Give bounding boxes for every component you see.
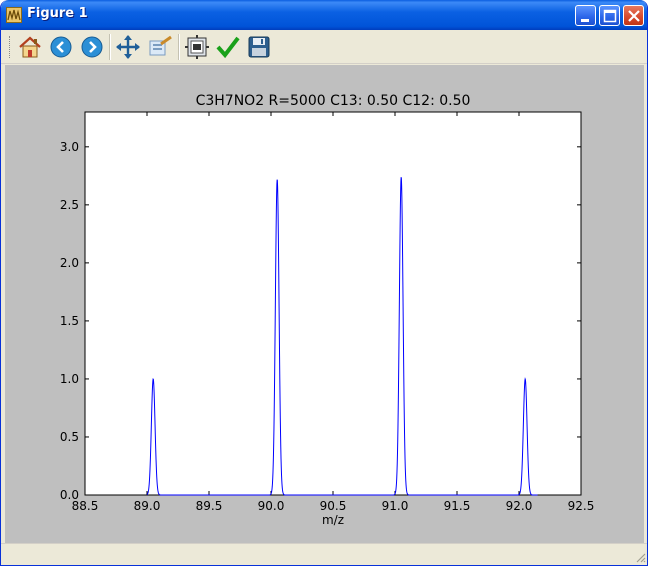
x-tick-label: 89.0 (134, 499, 161, 513)
x-tick-label: 90.0 (258, 499, 285, 513)
forward-button[interactable] (79, 34, 105, 60)
pan-button[interactable] (115, 34, 141, 60)
x-tick-label: 92.5 (568, 499, 595, 513)
minimize-icon (581, 19, 589, 22)
edit-button[interactable] (215, 34, 241, 60)
back-button[interactable] (48, 34, 74, 60)
resize-grip-icon[interactable] (634, 551, 646, 563)
home-button[interactable] (17, 34, 43, 60)
zoom-rect-icon (149, 35, 172, 56)
y-tick-label: 1.0 (60, 372, 79, 386)
save-button[interactable] (246, 34, 272, 60)
navigation-toolbar (1, 30, 647, 64)
close-button[interactable] (623, 5, 644, 26)
checkmark-icon (216, 36, 240, 59)
axes-frame (84, 111, 582, 496)
maximize-icon (603, 9, 617, 23)
forward-arrow-icon (81, 36, 103, 58)
figure-window: Figure 1 0.0 0.5 1.0 1.5 2.0 2.5 3.0 88.… (0, 0, 648, 566)
subplots-config-icon (185, 35, 209, 59)
back-arrow-icon (50, 36, 72, 58)
window-title: Figure 1 (27, 6, 88, 21)
x-tick-label: 90.5 (320, 499, 347, 513)
chart-title: C3H7NO2 R=5000 C13: 0.50 C12: 0.50 (196, 93, 471, 109)
x-axis-label: m/z (322, 513, 344, 527)
y-tick-label: 1.5 (60, 314, 79, 328)
y-tick-label: 2.0 (60, 256, 79, 270)
home-icon (19, 36, 41, 58)
x-tick-label: 89.5 (196, 499, 223, 513)
toolbar-separator (109, 34, 111, 60)
title-bar[interactable]: Figure 1 (1, 0, 647, 30)
x-tick-label: 92.0 (506, 499, 533, 513)
figure-canvas[interactable]: 0.0 0.5 1.0 1.5 2.0 2.5 3.0 88.5 89.0 89.5 90.0 90… (5, 65, 644, 543)
maximize-button[interactable] (599, 5, 620, 26)
minimize-button[interactable] (575, 5, 596, 26)
x-tick-label: 91.5 (444, 499, 471, 513)
matplotlib-figure-icon (6, 7, 22, 23)
move-arrows-icon (116, 35, 140, 59)
toolbar-separator (178, 34, 180, 60)
x-tick-label: 88.5 (72, 499, 99, 513)
y-tick-label: 3.0 (60, 140, 79, 154)
subplots-button[interactable] (184, 34, 210, 60)
status-bar (1, 543, 647, 565)
chart-svg: 0.00.51.01.52.02.53.0 88.5 89.0 89.5 90.0 90… (60, 93, 595, 527)
y-tick-label: 2.5 (60, 198, 79, 212)
close-icon (628, 10, 640, 22)
zoom-button[interactable] (147, 34, 173, 60)
x-tick-label: 91.0 (382, 499, 409, 513)
floppy-disk-icon (248, 36, 270, 58)
toolbar-grip[interactable] (9, 36, 11, 58)
y-tick-label: 0.5 (60, 430, 79, 444)
